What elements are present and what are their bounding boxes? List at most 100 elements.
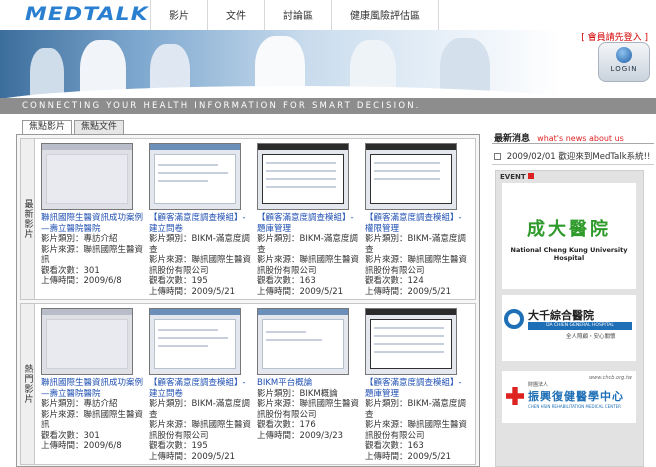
video-upload-date: 上傳時間：2009/5/21	[149, 286, 236, 297]
video-grid: 聯訊國際生醫資訊成功案例—壽立醫院醫院 影片類別：專訪介紹 影片來源：聯訊國際生…	[41, 143, 475, 299]
nav-documents[interactable]: 文件	[207, 0, 264, 30]
video-thumbnail[interactable]	[41, 143, 133, 210]
news-list: 2009/02/01 歡迎來到MedTalk系統!!	[492, 143, 654, 165]
video-card: 【顧客滿意度調查模組】-建立問卷 影片類別：BIKM-滿意度調查 影片來源：聯訊…	[149, 143, 251, 299]
ncku-hospital-banner[interactable]: 成大醫院 National Cheng Kung University Hosp…	[502, 183, 636, 289]
login-button[interactable]: LOGIN	[598, 42, 650, 82]
video-upload-date: 上傳時間：2009/6/8	[41, 276, 122, 286]
video-thumbnail[interactable]	[365, 308, 457, 375]
video-views: 觀看次數：301	[41, 430, 100, 441]
video-thumbnail[interactable]	[149, 143, 241, 210]
video-source: 影片來源：聯訊國際生醫資訊股份有限公司	[365, 420, 468, 441]
nav-videos[interactable]: 影片	[150, 0, 207, 30]
news-title-en: what's news about us	[537, 134, 624, 143]
section-label-popular: 熱門影片	[21, 304, 35, 464]
rehab-name: 振興復健醫學中心	[528, 390, 624, 403]
video-thumbnail[interactable]	[257, 308, 349, 375]
video-card: BIKM平台概論 影片類別：BIKM概論 影片來源：聯訊國際生醫資訊股份有限公司…	[257, 308, 359, 464]
video-card: 【顧客滿意度調查模組】-題庫管理 影片類別：BIKM-滿意度調查 影片來源：聯訊…	[365, 308, 467, 464]
video-card: 【顧客滿意度調查模組】-建立問卷 影片類別：BIKM-滿意度調查 影片來源：聯訊…	[149, 308, 251, 464]
nav-health-risk-assessment[interactable]: 健康風險評估區	[331, 0, 439, 30]
video-title[interactable]: BIKM平台概論	[257, 378, 359, 389]
rehab-url: www.chcb.org.tw	[589, 375, 632, 381]
video-panel: 最新影片 聯訊國際生醫資訊成功案例—壽立醫院醫院 影片類別：專訪介紹 影片來源：…	[16, 134, 480, 467]
main-nav: 影片 文件 討論區 健康風險評估區	[150, 0, 439, 30]
tab-featured-videos[interactable]: 焦點影片	[22, 120, 73, 134]
ncku-name: 成大醫院	[527, 219, 611, 240]
rehab-name-en: CHEN HSIN REHABILITATION MEDICAL CENTER	[528, 404, 621, 409]
video-card: 【顧客滿意度調查模組】-權限管理 影片類別：BIKM-滿意度調查 影片來源：聯訊…	[365, 143, 467, 299]
nav-forum[interactable]: 討論區	[264, 0, 331, 30]
popular-videos-section: 熱門影片 聯訊國際生醫資訊成功案例—壽立醫院醫院 影片類別：專訪介紹 影片來源：…	[20, 303, 476, 465]
banner-figure	[30, 48, 64, 98]
video-thumbnail[interactable]	[257, 143, 349, 210]
video-card: 聯訊國際生醫資訊成功案例—壽立醫院醫院 影片類別：專訪介紹 影片來源：聯訊國際生…	[41, 143, 143, 299]
video-thumbnail[interactable]	[41, 308, 133, 375]
video-source: 影片來源：聯訊國際生醫資訊	[41, 409, 144, 431]
dachien-hospital-banner[interactable]: 大千綜合醫院 DA CHIEN GENERAL HOSPITAL 全人照顧・安心…	[502, 295, 636, 361]
video-category: 影片類別：專訪介紹	[41, 234, 118, 244]
video-title[interactable]: 【顧客滿意度調查模組】-建立問卷	[149, 213, 251, 234]
dachien-logo-icon	[504, 309, 524, 329]
video-thumbnail[interactable]	[149, 308, 241, 375]
video-category: 影片類別：BIKM-滿意度調查	[365, 234, 466, 255]
login-icon	[616, 47, 632, 63]
content-tabs: 焦點影片 焦點文件	[22, 120, 126, 134]
video-source: 影片來源：聯訊國際生醫資訊股份有限公司	[149, 420, 252, 441]
top-bar: MEDTALK 影片 文件 討論區 健康風險評估區	[0, 0, 656, 30]
video-source: 影片來源：聯訊國際生醫資訊股份有限公司	[257, 399, 360, 420]
video-source: 影片來源：聯訊國際生醫資訊股份有限公司	[365, 255, 468, 276]
video-upload-date: 上傳時間：2009/5/21	[365, 451, 452, 462]
video-title[interactable]: 【顧客滿意度調查模組】-建立問卷	[149, 378, 251, 399]
video-category: 影片類別：BIKM概論	[257, 388, 338, 399]
checkbox-icon	[494, 153, 501, 160]
tab-featured-documents[interactable]: 焦點文件	[74, 120, 125, 134]
video-source: 影片來源：聯訊國際生醫資訊股份有限公司	[149, 255, 252, 276]
event-label-text: EVENT	[500, 173, 526, 181]
rehab-center-banner[interactable]: www.chcb.org.tw 財團法人 振興復健醫學中心 CHEN HSIN …	[502, 371, 636, 423]
event-panel: EVENT 成大醫院 National Cheng Kung Universit…	[495, 170, 644, 467]
news-item-text: 2009/02/01 歡迎來到MedTalk系統!!	[506, 152, 651, 162]
video-views: 觀看次數：176	[257, 420, 316, 430]
news-item[interactable]: 2009/02/01 歡迎來到MedTalk系統!!	[494, 150, 650, 162]
video-category: 影片類別：BIKM-滿意度調查	[149, 399, 250, 420]
video-card: 【顧客滿意度調查模組】-題庫管理 影片類別：BIKM-滿意度調查 影片來源：聯訊…	[257, 143, 359, 299]
latest-videos-section: 最新影片 聯訊國際生醫資訊成功案例—壽立醫院醫院 影片類別：專訪介紹 影片來源：…	[20, 138, 476, 300]
video-category: 影片類別：BIKM-滿意度調查	[365, 399, 466, 420]
tagline-bar: CONNECTING YOUR HEALTH INFORMATION FOR S…	[0, 98, 656, 114]
video-title[interactable]: 【顧客滿意度調查模組】-題庫管理	[365, 378, 467, 399]
event-label: EVENT	[500, 173, 534, 181]
rehab-org: 財團法人	[528, 382, 549, 388]
medtalk-logo[interactable]: MEDTALK	[25, 3, 149, 25]
video-category: 影片類別：BIKM-滿意度調查	[149, 234, 250, 255]
video-views: 觀看次數：124	[365, 276, 424, 286]
dachien-name-en: DA CHIEN GENERAL HOSPITAL	[528, 322, 632, 330]
video-category: 影片類別：BIKM-滿意度調查	[257, 234, 358, 255]
login-label: LOGIN	[610, 65, 638, 73]
dachien-name: 大千綜合醫院	[528, 309, 594, 322]
video-title[interactable]: 【顧客滿意度調查模組】-題庫管理	[257, 213, 359, 234]
video-upload-date: 上傳時間：2009/6/8	[41, 441, 122, 451]
video-upload-date: 上傳時間：2009/3/23	[257, 430, 344, 441]
video-views: 觀看次數：195	[149, 276, 208, 286]
section-label-latest: 最新影片	[21, 139, 35, 299]
video-upload-date: 上傳時間：2009/5/21	[365, 286, 452, 297]
video-source: 影片來源：聯訊國際生醫資訊	[41, 244, 144, 266]
ncku-name-en: National Cheng Kung University Hospital	[510, 246, 628, 262]
video-title[interactable]: 【顧客滿意度調查模組】-權限管理	[365, 213, 467, 234]
video-views: 觀看次數：195	[149, 441, 208, 451]
video-views: 觀看次數：163	[365, 441, 424, 451]
arrow-icon	[527, 173, 534, 179]
video-card: 聯訊國際生醫資訊成功案例—壽立醫院醫院 影片類別：專訪介紹 影片來源：聯訊國際生…	[41, 308, 143, 464]
video-views: 觀看次數：301	[41, 265, 100, 276]
cross-icon	[506, 387, 524, 405]
video-thumbnail[interactable]	[365, 143, 457, 210]
header-banner	[0, 30, 560, 98]
video-source: 影片來源：聯訊國際生醫資訊股份有限公司	[257, 255, 360, 276]
video-views: 觀看次數：163	[257, 276, 316, 286]
video-grid: 聯訊國際生醫資訊成功案例—壽立醫院醫院 影片類別：專訪介紹 影片來源：聯訊國際生…	[41, 308, 475, 464]
video-title[interactable]: 聯訊國際生醫資訊成功案例—壽立醫院醫院	[41, 378, 143, 399]
video-upload-date: 上傳時間：2009/5/21	[149, 451, 236, 462]
dachien-slogan: 全人照顧・安心關懷	[566, 334, 616, 340]
video-title[interactable]: 聯訊國際生醫資訊成功案例—壽立醫院醫院	[41, 213, 143, 234]
